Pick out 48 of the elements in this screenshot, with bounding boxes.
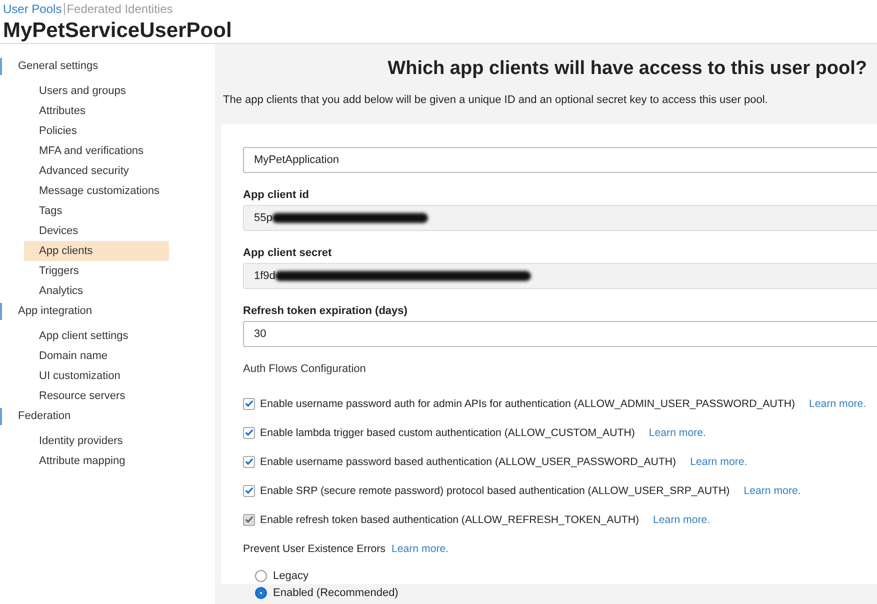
sidebar-item[interactable]: App client settings — [24, 326, 169, 346]
section-label: Auth Flows Configuration — [243, 363, 367, 375]
sidebar-item[interactable]: Devices — [24, 221, 169, 241]
learn-more-link[interactable]: Learn more. — [648, 426, 706, 438]
sidebar-item[interactable]: Triggers — [24, 261, 169, 281]
section-heading: Which app clients will have access to this user pool? — [386, 58, 867, 80]
checkbox[interactable] — [243, 426, 255, 438]
radio-label: Enabled (Recommended) — [273, 586, 398, 598]
field-label: App client secret — [243, 247, 333, 259]
checkbox-label: Enable username password auth for admin APIs for authentication (ALLOW_ADMIN_USER_PASSWORD_AUTH) — [260, 398, 796, 410]
sidebar-item[interactable]: Resource servers — [24, 386, 169, 406]
learn-more-link[interactable]: Learn more. — [809, 398, 866, 410]
checkbox-label: Enable username password based authentication (ALLOW_USER_PASSWORD_AUTH) — [260, 456, 676, 468]
learn-more-link[interactable]: Learn more. — [391, 542, 449, 554]
checkbox-label: Enable SRP (secure remote password) protocol based authentication (ALLOW_USER_SRP_AUTH) — [260, 484, 730, 496]
section-label: Prevent User Existence Errors — [243, 542, 386, 554]
checkbox[interactable] — [243, 398, 255, 410]
checkbox[interactable] — [243, 484, 255, 496]
page-title: MyPetServiceUserPool — [3, 19, 233, 43]
radio-label: Legacy — [273, 570, 308, 582]
learn-more-link[interactable]: Learn more. — [744, 484, 801, 496]
sidebar-item[interactable]: UI customization — [24, 366, 169, 386]
input-field[interactable]: MyPetApplication — [243, 147, 877, 173]
sidebar-item[interactable]: Tags — [24, 201, 169, 221]
sidebar-item[interactable]: Policies — [24, 121, 169, 141]
sidebar-item[interactable]: Domain name — [24, 346, 169, 366]
checkbox-label: Enable refresh token based authentication (ALLOW_REFRESH_TOKEN_AUTH) — [260, 514, 640, 526]
sidebar-item[interactable]: Attributes — [24, 101, 169, 121]
input-field[interactable]: 1f9d — [243, 263, 877, 289]
field-label: App client id — [243, 189, 310, 201]
section-description: The app clients that you add below will be given a unique ID and an optional secret key to access this user pool. — [223, 94, 769, 106]
checkbox[interactable] — [243, 456, 255, 468]
input-field[interactable]: 30 — [243, 321, 877, 347]
learn-more-link[interactable]: Learn more. — [690, 456, 748, 468]
sidebar-item[interactable]: Identity providers — [24, 431, 169, 451]
sidebar-item[interactable]: Message customizations — [24, 181, 169, 201]
sidebar-item[interactable]: Advanced security — [24, 161, 169, 181]
radio-button[interactable] — [255, 586, 267, 598]
input-field[interactable]: 55p — [243, 205, 877, 231]
checkbox-label: Enable lambda trigger based custom authentication (ALLOW_CUSTOM_AUTH) — [260, 426, 635, 438]
radio-button[interactable] — [255, 570, 267, 582]
sidebar-item[interactable]: Analytics — [24, 281, 169, 301]
sidebar-item[interactable]: Users and groups — [24, 81, 169, 101]
pool-tab[interactable]: User Pools — [3, 2, 62, 16]
sidebar-item[interactable]: Attribute mapping — [24, 451, 169, 471]
sidebar-item[interactable]: App clients — [24, 241, 169, 261]
field-label: Refresh token expiration (days) — [243, 305, 408, 317]
sidebar-item[interactable]: MFA and verifications — [24, 141, 169, 161]
